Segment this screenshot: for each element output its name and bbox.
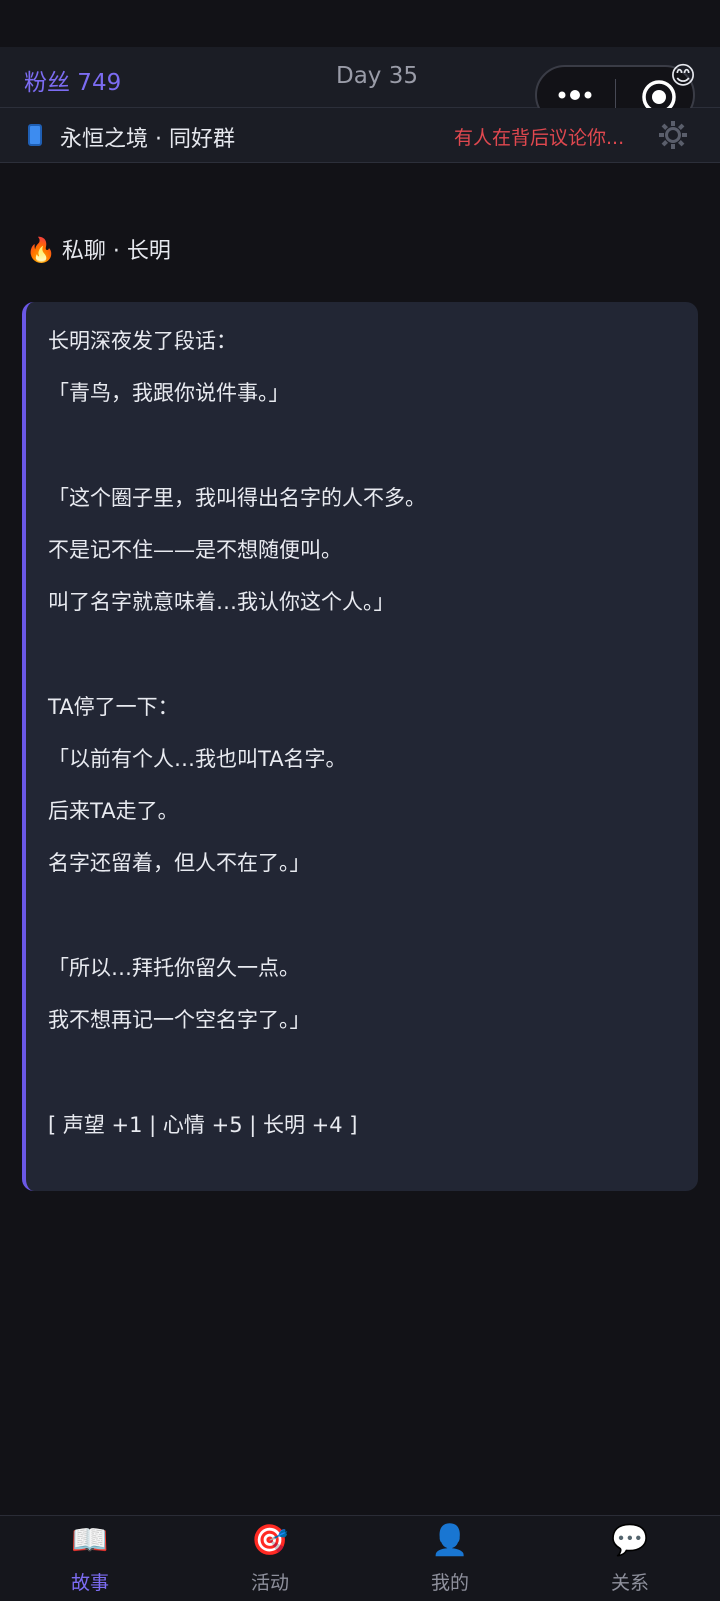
message-line: 「这个圈子里，我叫得出名字的人不多。 — [48, 486, 426, 510]
message-line: 不是记不住——是不想随便叫。 — [48, 538, 342, 562]
message-line: 「以前有个人…我也叫TA名字。 — [48, 747, 347, 771]
group-name: 永恒之境 · 同好群 — [60, 127, 235, 152]
user-icon: 👤 — [431, 1523, 469, 1558]
tab-story[interactable]: 📖 故事 — [0, 1516, 180, 1601]
message-line: 「青鸟，我跟你说件事。」 — [48, 381, 290, 405]
day-counter: Day 35 — [336, 63, 418, 89]
chat-title: 私聊 · 长明 — [61, 239, 171, 264]
tab-me[interactable]: 👤 我的 — [360, 1516, 540, 1601]
message-line: 名字还留着，但人不在了。」 — [48, 851, 311, 875]
fans-count: 粉丝 749 — [24, 70, 122, 96]
message-line — [48, 430, 698, 483]
stats-change: [ 声望 +1 | 心情 +5 | 长明 +4 ] — [48, 1113, 358, 1137]
message-line: 长明深夜发了段话： — [48, 329, 237, 353]
bottom-tab-bar: 📖 故事 🎯 活动 👤 我的 💬 关系 — [0, 1515, 720, 1601]
message-line — [48, 1057, 698, 1110]
smile-emoji-icon: 😊 — [670, 61, 697, 90]
more-dots-icon[interactable] — [557, 85, 593, 105]
fire-icon: 🔥 — [26, 236, 56, 264]
tab-label: 活动 — [250, 1572, 289, 1594]
gossip-alert[interactable]: 有人在背后议论你... — [454, 123, 624, 150]
message-line: TA停了一下： — [48, 695, 179, 719]
tab-label: 关系 — [610, 1572, 649, 1594]
message-card: 长明深夜发了段话： 「青鸟，我跟你说件事。」 「这个圈子里，我叫得出名字的人不多… — [22, 302, 698, 1191]
target-icon: 🎯 — [251, 1523, 289, 1558]
message-line: 我不想再记一个空名字了。」 — [48, 1008, 311, 1032]
group-bar[interactable]: 永恒之境 · 同好群 有人在背后议论你... — [0, 108, 720, 163]
gear-icon[interactable] — [658, 120, 688, 150]
message-line — [48, 639, 698, 692]
chat-bubble-icon: 💬 — [611, 1523, 649, 1558]
tab-label: 我的 — [430, 1572, 469, 1594]
message-line: 「所以…拜托你留久一点。 — [48, 956, 300, 980]
chat-header: 🔥 私聊 · 长明 — [26, 233, 171, 265]
tab-relations[interactable]: 💬 关系 — [540, 1516, 720, 1601]
tab-label: 故事 — [70, 1572, 109, 1594]
book-icon: 📖 — [71, 1523, 109, 1558]
phone-icon — [28, 124, 42, 146]
tab-activity[interactable]: 🎯 活动 — [180, 1516, 360, 1601]
message-line: 后来TA走了。 — [48, 799, 179, 823]
message-line — [48, 900, 698, 953]
message-line: 叫了名字就意味着…我认你这个人。」 — [48, 590, 395, 614]
